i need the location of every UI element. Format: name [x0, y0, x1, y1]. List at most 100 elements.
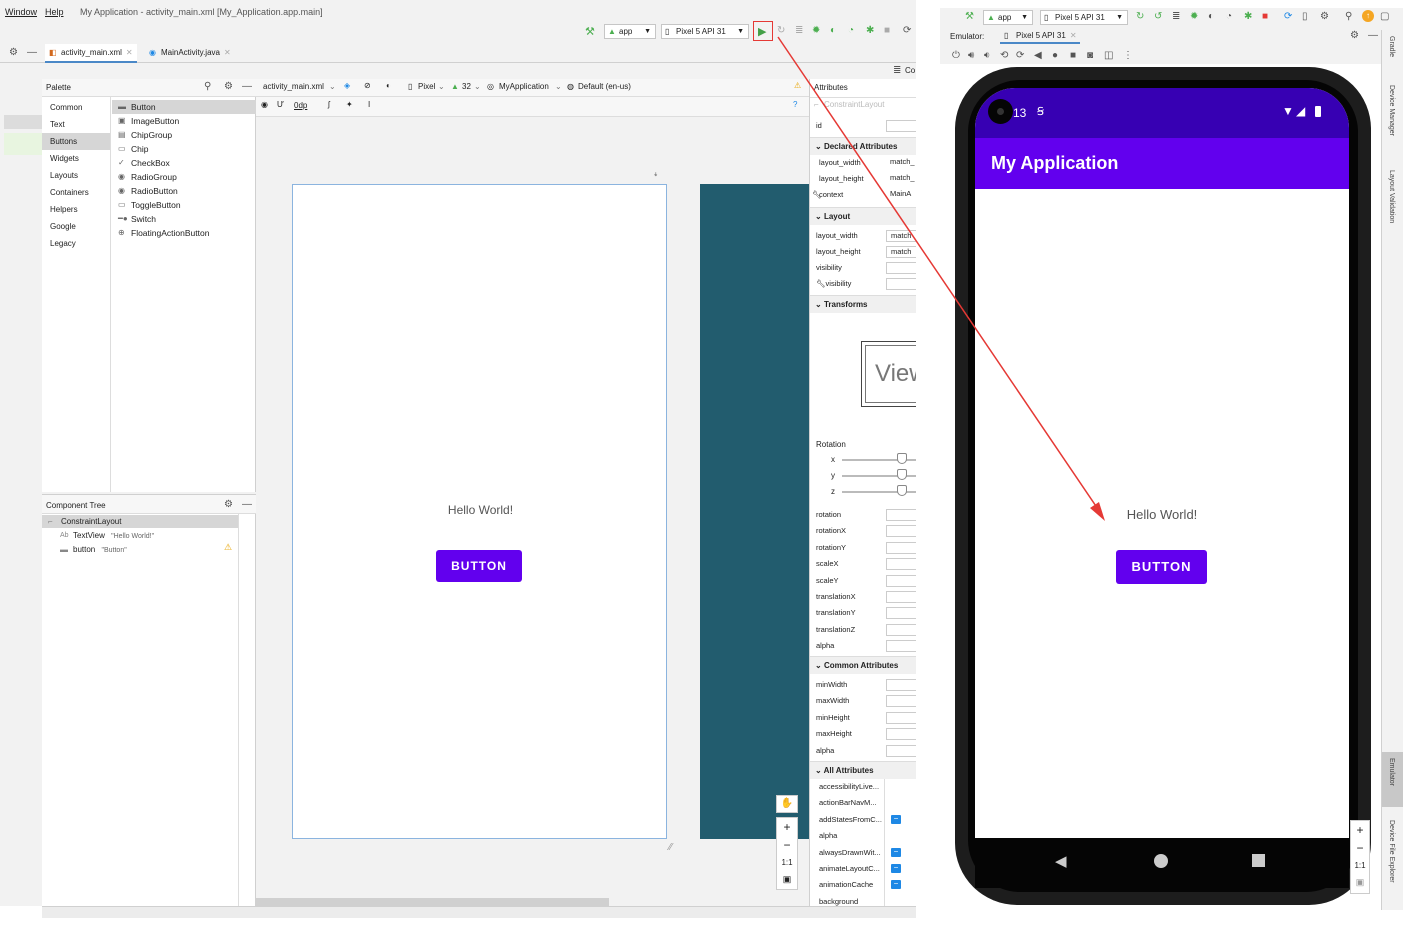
palette-item-radiobutton[interactable]: ◉ RadioButton — [112, 184, 256, 198]
remove-attribute-icon[interactable]: − — [891, 864, 901, 873]
palette-item-fab[interactable]: ⊕ FloatingActionButton — [112, 226, 256, 240]
profile-icon[interactable]: ◔ — [1226, 11, 1232, 22]
attr-value-input[interactable] — [886, 640, 916, 653]
run-config-select[interactable]: ▲ app ▼ — [983, 10, 1033, 25]
sync-icon[interactable]: ⟳ — [1284, 11, 1292, 22]
nav-overview-icon[interactable] — [1252, 854, 1265, 867]
gear-icon[interactable]: ⚙ — [224, 81, 233, 92]
help-icon[interactable]: ? — [793, 100, 797, 109]
palette-item-chip[interactable]: ▭ Chip — [112, 142, 256, 156]
attach-debugger-icon[interactable]: ✱ — [1244, 11, 1252, 22]
palette-item-radiogroup[interactable]: ◉ RadioGroup — [112, 170, 256, 184]
magnet-icon[interactable]: Ư — [277, 100, 284, 109]
gear-icon[interactable]: ⚙ — [9, 47, 18, 58]
night-mode-icon[interactable]: ⊘ — [364, 81, 371, 90]
remove-attribute-icon[interactable]: − — [891, 814, 901, 824]
device-select[interactable]: ▯ Pixel 5 API 31 ▼ — [661, 24, 749, 39]
apply-code-icon[interactable]: ≣ — [795, 25, 803, 36]
attr-value-input[interactable] — [886, 574, 916, 587]
tab-main-activity[interactable]: ◉ MainActivity.java ✕ — [145, 44, 240, 63]
attr-value[interactable]: match_ — [886, 173, 916, 185]
palette-item-chipgroup[interactable]: ▤ ChipGroup — [112, 128, 256, 142]
blueprint-preview-canvas[interactable] — [700, 184, 809, 839]
attr-value[interactable]: match — [886, 246, 916, 258]
resize-handle-icon[interactable]: ⁄⁄ — [669, 842, 672, 853]
palette-category-widgets[interactable]: Widgets — [42, 150, 110, 167]
zoom-fit-icon[interactable]: ▣ — [777, 874, 797, 885]
infer-constraints-icon[interactable]: ✦ — [346, 100, 353, 109]
close-icon[interactable]: ✕ — [126, 48, 133, 57]
back-icon[interactable]: ◀ — [1034, 50, 1042, 61]
zoom-in-icon[interactable]: + — [1351, 823, 1369, 837]
attr-value-input[interactable] — [886, 558, 916, 571]
attach-debugger-icon[interactable]: ✱ — [866, 25, 874, 36]
attr-value-input[interactable] — [886, 525, 916, 538]
apply-changes-icon[interactable]: ↻ — [777, 25, 785, 36]
update-icon[interactable]: ↑ — [1362, 10, 1374, 22]
sdk-manager-icon[interactable]: ⚙ — [1320, 11, 1329, 22]
design-preview-canvas[interactable]: Hello World! BUTTON — [292, 184, 667, 839]
palette-item-button[interactable]: ▬ Button — [112, 100, 256, 114]
attr-value-input[interactable] — [886, 728, 916, 741]
side-tab-device-manager[interactable]: Device Manager — [1388, 85, 1395, 136]
profile-icon[interactable]: ◔ — [848, 25, 854, 36]
theme-select[interactable]: MyApplication — [499, 82, 549, 91]
phone-screen[interactable]: Hello World! BUTTON — [975, 88, 1349, 838]
palette-category-common[interactable]: Common — [42, 99, 110, 116]
device-icon[interactable]: ▯ — [1302, 11, 1308, 22]
side-tab-device-file-explorer[interactable]: Device File Explorer — [1388, 820, 1395, 883]
attr-value-input[interactable] — [886, 541, 916, 554]
screenshot-icon[interactable]: ◙ — [1087, 50, 1093, 61]
palette-item-checkbox[interactable]: ✓ CheckBox — [112, 156, 256, 170]
sync-icon[interactable]: ⟳ — [903, 25, 911, 36]
more-icon[interactable]: ⋮ — [1123, 50, 1133, 61]
side-tab-emulator[interactable]: Emulator — [1388, 758, 1395, 786]
side-tab-layout-validation[interactable]: Layout Validation — [1388, 170, 1395, 223]
tab-activity-main[interactable]: ◧ activity_main.xml ✕ — [45, 44, 137, 63]
preview-button[interactable]: BUTTON — [436, 550, 522, 582]
minimize-icon[interactable]: — — [242, 81, 252, 92]
palette-category-buttons[interactable]: Buttons — [42, 133, 110, 150]
zoom-fit-icon[interactable]: ▣ — [1351, 877, 1369, 888]
rotation-x-knob[interactable] — [897, 453, 907, 464]
rerun-icon[interactable]: ↻ — [1136, 11, 1144, 22]
api-level-select[interactable]: 32 — [462, 82, 471, 91]
layout-file-select[interactable]: activity_main.xml — [263, 82, 324, 91]
minimize-icon[interactable]: — — [27, 47, 37, 58]
close-icon[interactable]: ✕ — [1070, 31, 1077, 40]
locale-select[interactable]: Default (en-us) — [578, 82, 631, 91]
remove-attribute-icon[interactable]: − — [891, 847, 901, 857]
search-icon[interactable]: ⚲ — [204, 81, 211, 92]
app-button[interactable]: BUTTON — [1116, 550, 1207, 584]
rotation-y-knob[interactable] — [897, 469, 907, 480]
nav-back-icon[interactable]: ◀ — [1055, 852, 1067, 870]
gear-icon[interactable]: ⚙ — [224, 499, 233, 510]
guidelines-icon[interactable]: I — [368, 100, 370, 109]
nav-home-icon[interactable] — [1154, 854, 1168, 868]
section-common-attributes[interactable]: ⌄ Common Attributes — [810, 656, 916, 674]
overview-icon[interactable]: ■ — [1070, 50, 1076, 61]
attr-id-input[interactable] — [886, 120, 916, 132]
section-all-attributes[interactable]: ⌄ All Attributes — [810, 761, 916, 779]
window-icon[interactable]: ▢ — [1380, 11, 1389, 22]
attr-value-input[interactable] — [886, 607, 916, 620]
orientation-icon[interactable]: ◐ — [386, 81, 391, 90]
coverage-icon[interactable]: ◐ — [1208, 11, 1214, 22]
zoom-actual-size[interactable]: 1:1 — [1351, 861, 1369, 870]
palette-category-helpers[interactable]: Helpers — [42, 201, 110, 218]
attr-value-input[interactable] — [886, 744, 916, 757]
palette-category-containers[interactable]: Containers — [42, 184, 110, 201]
debug-icon[interactable]: ✹ — [812, 25, 820, 36]
code-view-label[interactable]: Co — [905, 66, 915, 75]
run-config-select[interactable]: ▲ app ▼ — [604, 24, 656, 39]
pan-icon[interactable]: ✋ — [776, 795, 798, 813]
attr-value[interactable] — [886, 278, 916, 290]
design-mode-icon[interactable]: ◈ — [344, 81, 350, 90]
resize-pin-icon[interactable]: ⍖ — [653, 169, 658, 180]
attr-value[interactable]: match_ — [886, 157, 916, 169]
stop-icon[interactable]: ■ — [1262, 11, 1268, 22]
device-select[interactable]: ▯ Pixel 5 API 31 ▼ — [1040, 10, 1128, 25]
volume-down-icon[interactable]: 🔉︎ — [984, 50, 990, 61]
zoom-actual-size[interactable]: 1:1 — [777, 858, 797, 867]
debug-icon[interactable]: ✹ — [1190, 11, 1198, 22]
